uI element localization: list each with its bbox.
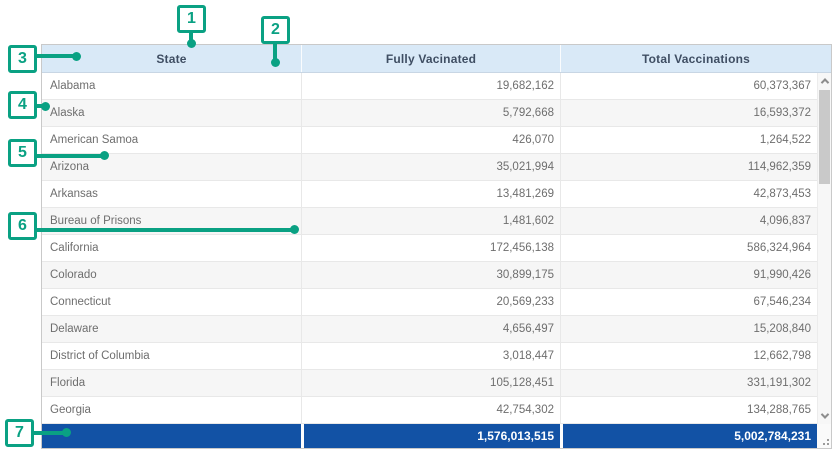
total-vaccinations-cell: 42,873,453 [560, 181, 817, 207]
table-body-area: Alabama19,682,16260,373,367Alaska5,792,6… [42, 73, 831, 424]
summary-row: 1,576,013,515 5,002,784,231 [42, 424, 817, 448]
total-vaccinations-cell: 15,208,840 [560, 316, 817, 342]
scroll-down-button[interactable] [818, 408, 831, 424]
chevron-down-icon [820, 410, 828, 418]
column-header-total-vaccinations[interactable]: Total Vaccinations [560, 45, 831, 72]
state-cell: American Samoa [42, 127, 301, 153]
table-row[interactable]: Florida105,128,451331,191,302 [42, 370, 817, 397]
table-row[interactable]: Arkansas13,481,26942,873,453 [42, 181, 817, 208]
fully-vacinated-cell: 5,792,668 [301, 100, 560, 126]
table-row[interactable]: Connecticut20,569,23367,546,234 [42, 289, 817, 316]
callout-2: 2 [261, 16, 290, 44]
table-row[interactable]: California172,456,138586,324,964 [42, 235, 817, 262]
callout-2-dot [271, 58, 280, 67]
fully-vacinated-cell: 19,682,162 [301, 73, 560, 99]
callout-3-stem [35, 54, 74, 58]
summary-fully-vacinated-cell: 1,576,013,515 [301, 424, 560, 448]
callout-1-dot [187, 39, 196, 48]
state-cell: Colorado [42, 262, 301, 288]
callout-4: 4 [8, 91, 37, 119]
state-cell: Arkansas [42, 181, 301, 207]
fully-vacinated-cell: 1,481,602 [301, 208, 560, 234]
fully-vacinated-cell: 172,456,138 [301, 235, 560, 261]
state-cell: Delaware [42, 316, 301, 342]
fully-vacinated-cell: 35,021,994 [301, 154, 560, 180]
table-row[interactable]: Georgia42,754,302134,288,765 [42, 397, 817, 424]
callout-3: 3 [8, 45, 37, 73]
callout-4-dot [41, 102, 50, 111]
callout-6-dot [290, 225, 299, 234]
state-cell: California [42, 235, 301, 261]
fully-vacinated-cell: 13,481,269 [301, 181, 560, 207]
callout-7-dot [62, 428, 71, 437]
vertical-scrollbar[interactable] [817, 73, 831, 424]
annotated-table-screenshot: State Fully Vacinated Total Vaccinations… [0, 0, 833, 453]
total-vaccinations-cell: 16,593,372 [560, 100, 817, 126]
fully-vacinated-cell: 426,070 [301, 127, 560, 153]
total-vaccinations-cell: 134,288,765 [560, 397, 817, 423]
data-table: State Fully Vacinated Total Vaccinations… [41, 44, 832, 449]
state-cell: Alabama [42, 73, 301, 99]
table-row[interactable]: Colorado30,899,17591,990,426 [42, 262, 817, 289]
total-vaccinations-cell: 12,662,798 [560, 343, 817, 369]
total-vaccinations-cell: 91,990,426 [560, 262, 817, 288]
column-header-fully-vacinated[interactable]: Fully Vacinated [301, 45, 560, 72]
scrollbar-thumb[interactable] [819, 90, 830, 184]
total-vaccinations-cell: 586,324,964 [560, 235, 817, 261]
table-row[interactable]: Alaska5,792,66816,593,372 [42, 100, 817, 127]
total-vaccinations-cell: 114,962,359 [560, 154, 817, 180]
state-cell: Alaska [42, 100, 301, 126]
scrollbar-corner [817, 424, 831, 448]
state-cell: Georgia [42, 397, 301, 423]
total-vaccinations-cell: 1,264,522 [560, 127, 817, 153]
callout-1: 1 [177, 5, 206, 33]
table-row[interactable]: Alabama19,682,16260,373,367 [42, 73, 817, 100]
callout-5-stem [35, 154, 102, 158]
chevron-up-icon [820, 78, 828, 86]
callout-3-dot [72, 52, 81, 61]
table-row[interactable]: Delaware4,656,49715,208,840 [42, 316, 817, 343]
scroll-up-button[interactable] [818, 73, 831, 89]
table-row[interactable]: District of Columbia3,018,44712,662,798 [42, 343, 817, 370]
callout-6-stem [35, 228, 292, 232]
callout-5-dot [100, 151, 109, 160]
fully-vacinated-cell: 3,018,447 [301, 343, 560, 369]
state-cell: Florida [42, 370, 301, 396]
callout-7-stem [32, 431, 64, 435]
column-header-state[interactable]: State [42, 45, 301, 72]
total-vaccinations-cell: 4,096,837 [560, 208, 817, 234]
fully-vacinated-cell: 105,128,451 [301, 370, 560, 396]
total-vaccinations-cell: 331,191,302 [560, 370, 817, 396]
fully-vacinated-cell: 20,569,233 [301, 289, 560, 315]
table-footer: 1,576,013,515 5,002,784,231 [42, 424, 831, 448]
table-header-row: State Fully Vacinated Total Vaccinations [42, 45, 831, 73]
table-row[interactable]: American Samoa426,0701,264,522 [42, 127, 817, 154]
total-vaccinations-cell: 60,373,367 [560, 73, 817, 99]
table-body: Alabama19,682,16260,373,367Alaska5,792,6… [42, 73, 817, 424]
summary-state-cell [42, 424, 301, 448]
callout-7: 7 [5, 419, 34, 447]
fully-vacinated-cell: 42,754,302 [301, 397, 560, 423]
summary-total-vaccinations-cell: 5,002,784,231 [560, 424, 817, 448]
table-row[interactable]: Arizona35,021,994114,962,359 [42, 154, 817, 181]
fully-vacinated-cell: 4,656,497 [301, 316, 560, 342]
callout-5: 5 [8, 139, 37, 167]
fully-vacinated-cell: 30,899,175 [301, 262, 560, 288]
callout-6: 6 [8, 212, 37, 240]
state-cell: Connecticut [42, 289, 301, 315]
resize-grip-icon [821, 437, 829, 445]
total-vaccinations-cell: 67,546,234 [560, 289, 817, 315]
state-cell: District of Columbia [42, 343, 301, 369]
